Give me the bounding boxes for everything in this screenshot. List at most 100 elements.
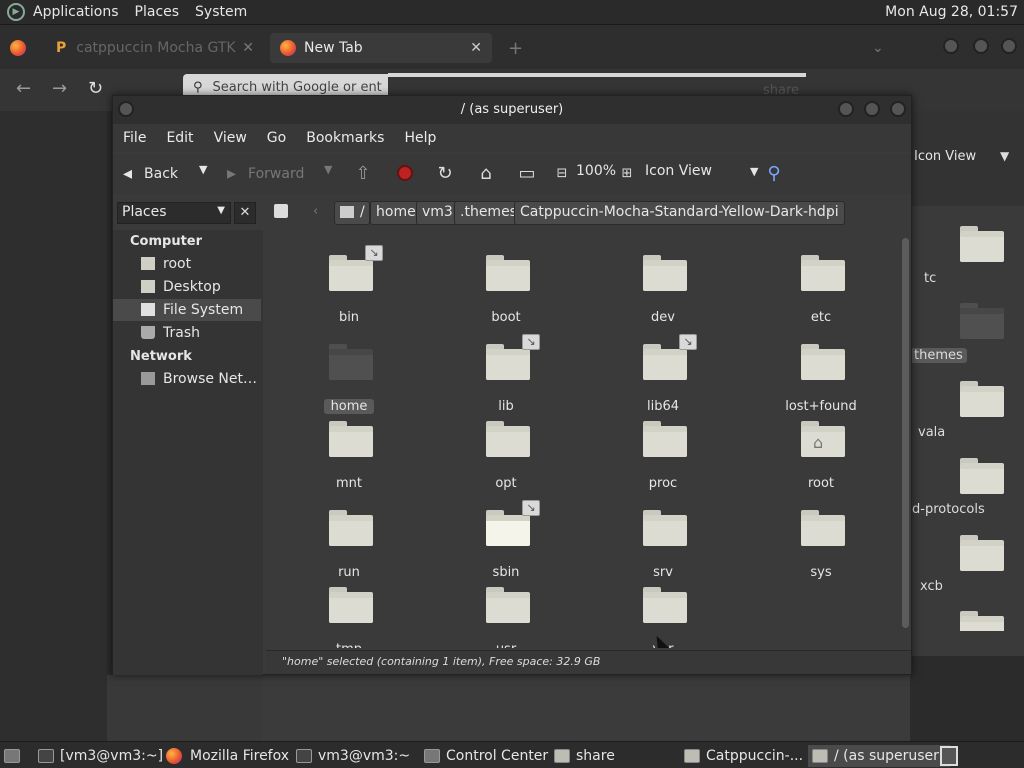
scroll-right-icon[interactable]: › bbox=[826, 204, 831, 219]
zoom-in-icon[interactable]: ⊞ bbox=[616, 162, 638, 184]
close-tab-icon[interactable]: ✕ bbox=[470, 40, 482, 56]
system-menu[interactable]: System bbox=[187, 4, 255, 20]
back-arrow-icon[interactable]: ← bbox=[16, 78, 31, 99]
folder-item[interactable]: ⌂ root bbox=[751, 421, 891, 501]
background-window-2 bbox=[262, 675, 910, 741]
edit-location-icon[interactable] bbox=[274, 204, 288, 218]
menu-file[interactable]: File bbox=[113, 130, 156, 146]
folder-item[interactable]: tmp bbox=[279, 587, 419, 648]
menu-go[interactable]: Go bbox=[257, 130, 296, 146]
folder-item-selected[interactable]: home bbox=[279, 344, 419, 424]
crumb-themes[interactable]: .themes bbox=[454, 201, 523, 225]
task-terminal-2[interactable]: vm3@vm3:~ bbox=[296, 745, 410, 767]
view-mode-label[interactable]: Icon View bbox=[914, 149, 976, 164]
menu-edit[interactable]: Edit bbox=[156, 130, 203, 146]
folder-item[interactable]: srv bbox=[593, 510, 733, 590]
scrollbar-thumb[interactable] bbox=[902, 238, 909, 628]
crumb-current[interactable]: Catppuccin-Mocha-Standard-Yellow-Dark-hd… bbox=[514, 201, 845, 225]
show-desktop-icon[interactable] bbox=[4, 745, 26, 767]
folder-item[interactable]: usr bbox=[436, 587, 576, 648]
chevron-down-icon[interactable]: ▼ bbox=[1000, 149, 1009, 163]
task-firefox[interactable]: Mozilla Firefox bbox=[166, 745, 289, 767]
distro-logo-icon[interactable]: ▶ bbox=[7, 3, 25, 21]
task-file-manager-active[interactable]: / (as superuser) bbox=[808, 745, 951, 767]
forward-button[interactable]: ▸ Forward bbox=[227, 163, 304, 184]
crumb-vm3[interactable]: vm3 bbox=[416, 201, 459, 225]
home-folder-icon bbox=[141, 257, 155, 270]
applications-menu[interactable]: Applications bbox=[25, 4, 127, 20]
browser-tab-active[interactable]: New Tab ✕ bbox=[270, 33, 492, 63]
folder-icon[interactable] bbox=[960, 381, 1004, 417]
network-icon bbox=[141, 372, 155, 385]
reload-icon[interactable]: ↻ bbox=[88, 78, 103, 99]
side-pane-select[interactable]: Places ▼ bbox=[117, 202, 231, 224]
link-arrow-icon: ↘ bbox=[522, 334, 540, 350]
folder-icon[interactable] bbox=[960, 535, 1004, 571]
folder-item[interactable]: dev bbox=[593, 255, 733, 335]
menu-help[interactable]: Help bbox=[394, 130, 446, 146]
folder-item[interactable]: mnt bbox=[279, 421, 419, 501]
workspace-switcher[interactable] bbox=[940, 745, 958, 767]
browser-maximize-icon[interactable] bbox=[973, 38, 989, 54]
close-side-pane-icon[interactable]: ✕ bbox=[234, 202, 256, 224]
minimize-icon[interactable] bbox=[838, 101, 854, 117]
folder-item[interactable]: proc bbox=[593, 421, 733, 501]
sidebar-item-desktop[interactable]: Desktop bbox=[113, 276, 261, 298]
folder-icon[interactable] bbox=[960, 303, 1004, 339]
task-share[interactable]: share bbox=[554, 745, 615, 767]
menu-bookmarks[interactable]: Bookmarks bbox=[296, 130, 394, 146]
browser-minimize-icon[interactable] bbox=[943, 38, 959, 54]
sidebar-item-root[interactable]: root bbox=[113, 253, 261, 275]
computer-icon[interactable]: ▭ bbox=[516, 162, 538, 184]
sidebar-item-file-system[interactable]: File System bbox=[113, 299, 261, 321]
stop-icon[interactable] bbox=[394, 162, 416, 184]
places-menu[interactable]: Places bbox=[127, 4, 188, 20]
up-icon[interactable]: ⇧ bbox=[352, 162, 374, 184]
zoom-out-icon[interactable]: ⊟ bbox=[551, 162, 573, 184]
sidebar-item-trash[interactable]: Trash bbox=[113, 322, 261, 344]
folder-item[interactable]: ↘ lib64 bbox=[593, 334, 733, 424]
folder-item[interactable]: opt bbox=[436, 421, 576, 501]
reload-icon[interactable]: ↻ bbox=[434, 162, 456, 184]
folder-icon[interactable] bbox=[960, 226, 1004, 262]
folder-item[interactable]: etc bbox=[751, 255, 891, 335]
window-titlebar[interactable]: / (as superuser) bbox=[113, 96, 911, 124]
search-icon[interactable]: ⚲ bbox=[763, 162, 785, 184]
folder-item[interactable]: ↘ lib bbox=[436, 334, 576, 424]
sidebar-item-browse-network[interactable]: Browse Net… bbox=[113, 368, 261, 390]
crumb-home[interactable]: home bbox=[370, 201, 422, 225]
scroll-left-icon[interactable]: ‹ bbox=[313, 204, 318, 219]
menu-view[interactable]: View bbox=[204, 130, 257, 146]
folder-item[interactable]: sys bbox=[751, 510, 891, 590]
folder-icon[interactable] bbox=[960, 611, 1004, 631]
back-button[interactable]: ◂ Back bbox=[123, 163, 178, 184]
firefox-view-icon[interactable] bbox=[10, 33, 26, 63]
folder-item[interactable]: lost+found bbox=[751, 344, 891, 424]
close-tab-icon[interactable]: ✕ bbox=[242, 40, 254, 56]
browser-close-icon[interactable] bbox=[1001, 38, 1017, 54]
crumb-root[interactable]: / bbox=[334, 201, 370, 225]
window-menu-icon[interactable] bbox=[118, 101, 134, 117]
folder-item-hover[interactable]: ↘ sbin bbox=[436, 500, 576, 590]
clock[interactable]: Mon Aug 28, 01:57 bbox=[885, 4, 1018, 20]
new-tab-icon[interactable]: + bbox=[508, 33, 523, 63]
folder-icon bbox=[812, 749, 828, 763]
forward-history-dropdown[interactable]: ▼ bbox=[324, 163, 332, 176]
task-terminal-1[interactable]: [vm3@vm3:~] bbox=[38, 745, 163, 767]
home-icon[interactable]: ⌂ bbox=[475, 162, 497, 184]
folder-item[interactable]: run bbox=[279, 510, 419, 590]
task-control-center[interactable]: Control Center bbox=[424, 745, 548, 767]
folder-item[interactable]: boot bbox=[436, 255, 576, 335]
folder-icon[interactable] bbox=[960, 458, 1004, 494]
maximize-icon[interactable] bbox=[864, 101, 880, 117]
view-mode-select[interactable]: Icon View ▼ bbox=[645, 163, 758, 179]
back-history-dropdown[interactable]: ▼ bbox=[199, 163, 207, 176]
folder-item[interactable]: ↘ bin bbox=[279, 245, 419, 335]
zoom-level[interactable]: 100% bbox=[576, 163, 616, 179]
task-catppuccin[interactable]: Catppuccin-... bbox=[684, 745, 803, 767]
tab-list-icon[interactable]: ⌄ bbox=[872, 33, 884, 63]
browser-tab[interactable]: P catppuccin Mocha GTK The ✕ bbox=[56, 33, 266, 63]
forward-arrow-icon[interactable]: → bbox=[52, 78, 67, 99]
vertical-scrollbar[interactable] bbox=[900, 230, 911, 648]
close-icon[interactable] bbox=[890, 101, 906, 117]
